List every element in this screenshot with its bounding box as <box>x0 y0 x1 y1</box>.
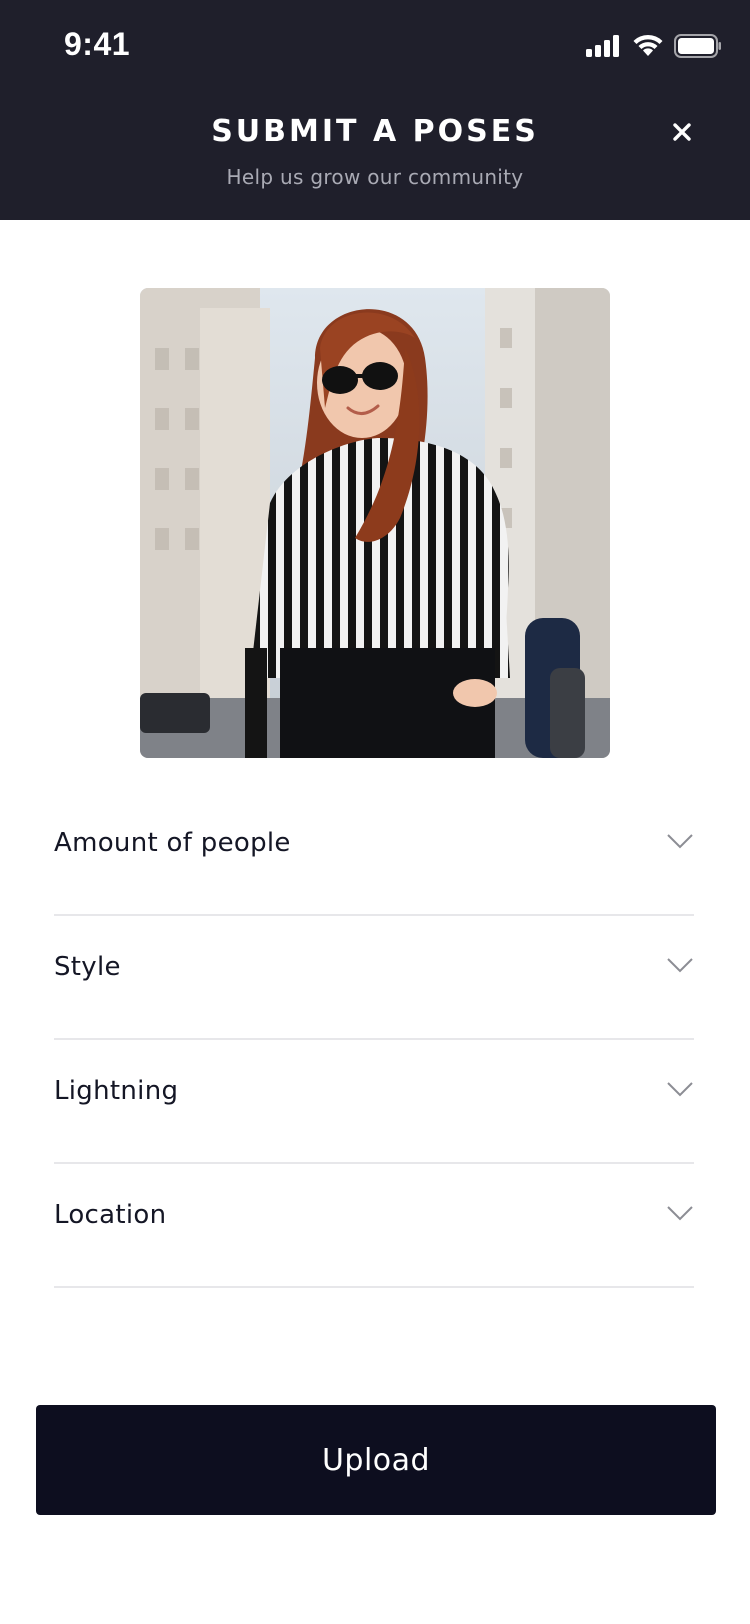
chevron-down-icon <box>667 1206 693 1221</box>
lightning-label: Lightning <box>54 1076 179 1106</box>
location-select[interactable]: Location <box>54 1164 694 1288</box>
page-subtitle: Help us grow our community <box>226 165 524 189</box>
upload-button-label: Upload <box>321 1442 431 1478</box>
location-label: Location <box>54 1200 167 1230</box>
style-label: Style <box>54 952 121 982</box>
signal-icon <box>586 35 619 57</box>
pose-photo <box>140 288 610 758</box>
header: 9:41 SUBMIT A POSES Help us grow our com… <box>0 0 750 220</box>
upload-button[interactable]: Upload <box>36 1405 716 1515</box>
status-time: 9:41 <box>64 26 131 62</box>
close-button[interactable] <box>666 116 698 148</box>
status-icons <box>586 32 722 60</box>
lightning-select[interactable]: Lightning <box>54 1040 694 1164</box>
pose-photo-image <box>140 288 610 758</box>
close-icon <box>673 123 691 141</box>
page-title: SUBMIT A POSES <box>211 114 539 149</box>
style-select[interactable]: Style <box>54 916 694 1040</box>
chevron-down-icon <box>667 958 693 973</box>
battery-icon <box>674 34 721 58</box>
chevron-down-icon <box>667 1082 693 1097</box>
pose-details-form: Amount of people Style Lightning Locatio… <box>54 792 694 1288</box>
wifi-icon <box>633 34 663 56</box>
amount-of-people-select[interactable]: Amount of people <box>54 792 694 916</box>
amount-of-people-label: Amount of people <box>54 828 291 858</box>
chevron-down-icon <box>667 834 693 849</box>
